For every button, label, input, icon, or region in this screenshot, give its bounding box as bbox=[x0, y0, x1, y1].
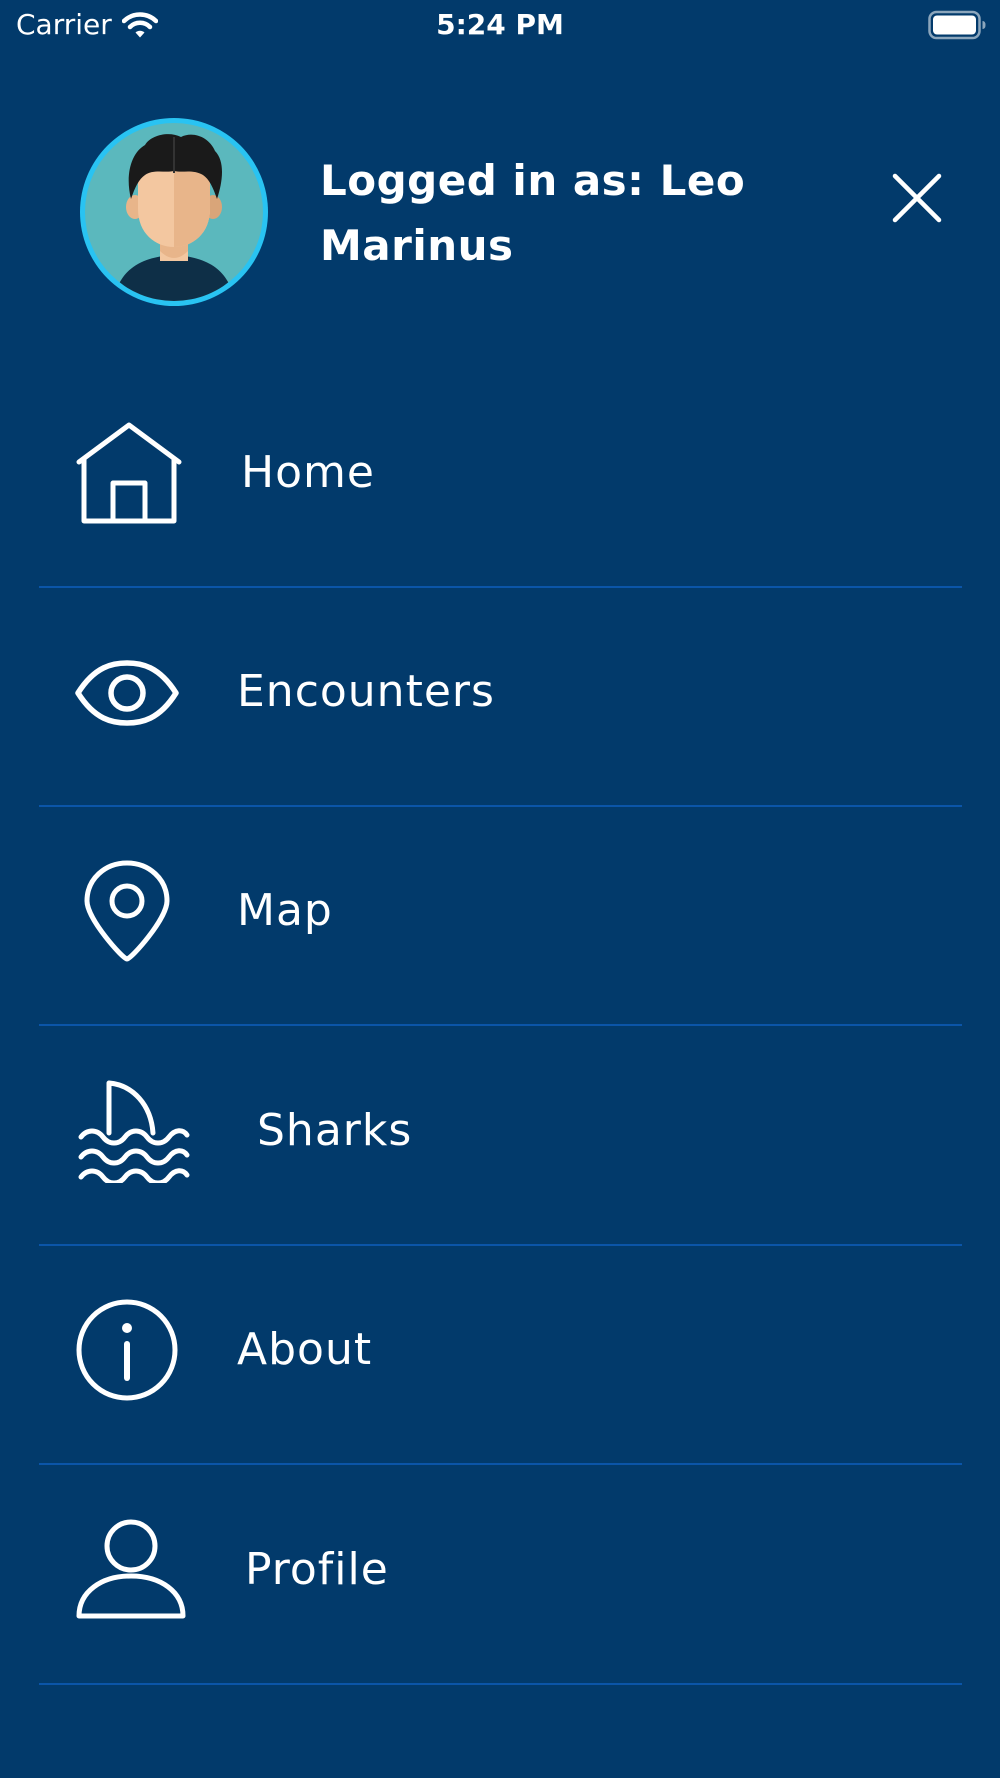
menu-item-label: Sharks bbox=[257, 1105, 413, 1156]
menu-item-label: Home bbox=[241, 447, 375, 498]
person-icon bbox=[76, 1519, 186, 1619]
menu-item-about[interactable]: About bbox=[39, 1246, 962, 1465]
menu-item-label: Profile bbox=[245, 1544, 389, 1595]
menu-item-label: Map bbox=[237, 885, 333, 936]
menu-item-sharks[interactable]: Sharks bbox=[39, 1027, 962, 1246]
menu-item-home[interactable]: Home bbox=[39, 369, 962, 588]
menu-item-encounters[interactable]: Encounters bbox=[39, 588, 962, 807]
map-pin-icon bbox=[84, 860, 170, 962]
menu-item-profile[interactable]: Profile bbox=[39, 1466, 962, 1685]
menu-item-map[interactable]: Map bbox=[39, 807, 962, 1026]
logged-in-user-title: Logged in as: Leo Marinus bbox=[320, 156, 746, 270]
close-icon[interactable] bbox=[887, 168, 947, 228]
battery-icon bbox=[928, 10, 986, 40]
shark-fin-icon bbox=[78, 1080, 190, 1183]
menu-divider bbox=[39, 1463, 962, 1465]
side-menu-screen: Carrier 5:24 PM Logged in as: Leo Marinu… bbox=[0, 0, 1000, 1778]
info-icon bbox=[76, 1299, 178, 1401]
home-icon bbox=[76, 422, 182, 524]
status-time: 5:24 PM bbox=[436, 8, 564, 41]
menu-item-label: Encounters bbox=[237, 666, 495, 717]
menu-item-label: About bbox=[237, 1324, 373, 1375]
menu-divider bbox=[39, 1683, 962, 1685]
menu-divider bbox=[39, 1024, 962, 1026]
eye-icon bbox=[75, 660, 179, 726]
user-avatar bbox=[80, 118, 268, 306]
status-bar: Carrier 5:24 PM bbox=[0, 0, 1000, 50]
